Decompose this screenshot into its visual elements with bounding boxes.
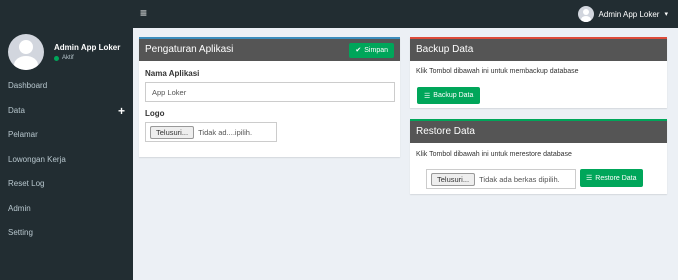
sidebar: Admin App Loker Aktif Dashboard Data + Pe…	[0, 0, 133, 280]
sidebar-item-label: Setting	[8, 228, 33, 237]
sidebar-item-label: Pelamar	[8, 130, 38, 139]
sidebar-item-label: Data	[8, 105, 25, 115]
sidebar-menu: Dashboard Data + Pelamar Lowongan Kerja R…	[0, 74, 133, 246]
backup-panel-title: Backup Data	[416, 44, 474, 55]
user-avatar-icon	[577, 6, 594, 22]
settings-panel-title: Pengaturan Aplikasi	[145, 44, 234, 55]
user-menu[interactable]: Admin App Loker ▾	[577, 6, 668, 22]
backup-button-label: Backup Data	[433, 92, 474, 99]
sidebar-item-admin[interactable]: Admin	[0, 197, 133, 222]
user-status-label: Aktif	[62, 55, 74, 61]
file-status-text: Tidak ada berkas dipilih.	[479, 174, 560, 184]
save-button[interactable]: ✔ Simpan	[349, 43, 394, 58]
user-panel: Admin App Loker Aktif	[8, 34, 120, 70]
logo-file-input[interactable]: Telusuri... Tidak ad....ipilih.	[145, 122, 277, 142]
plus-icon: +	[117, 103, 125, 118]
user-avatar-icon	[8, 34, 44, 70]
restore-panel-title: Restore Data	[416, 126, 475, 137]
sidebar-item-dashboard[interactable]: Dashboard	[0, 74, 133, 99]
backup-panel-header: Backup Data	[410, 39, 667, 61]
logo-label: Logo	[145, 109, 165, 118]
online-status-icon	[54, 55, 59, 61]
browse-button[interactable]: Telusuri...	[431, 172, 476, 186]
file-status-text: Tidak ad....ipilih.	[198, 127, 253, 137]
user-status: Aktif	[54, 55, 120, 61]
check-icon: ✔	[355, 46, 362, 54]
backup-description: Klik Tombol dibawah ini untuk membackup …	[416, 68, 579, 75]
sidebar-item-label: Reset Log	[8, 179, 45, 188]
sidebar-item-setting[interactable]: Setting	[0, 221, 133, 246]
browse-button[interactable]: Telusuri...	[150, 125, 195, 139]
restore-button-label: Restore Data	[595, 174, 637, 182]
sidebar-item-data[interactable]: Data +	[0, 99, 133, 124]
sidebar-item-label: Dashboard	[8, 81, 48, 90]
sidebar-item-pelamar[interactable]: Pelamar	[0, 123, 133, 148]
app-name-input[interactable]	[145, 82, 395, 102]
restore-description: Klik Tombol dibawah ini untuk merestore …	[416, 151, 572, 158]
app-name-label: Nama Aplikasi	[145, 69, 200, 78]
restore-data-button[interactable]: ☰ Restore Data	[580, 169, 643, 187]
database-icon: ☰	[424, 92, 431, 100]
backup-panel: Backup Data Klik Tombol dibawah ini untu…	[410, 37, 667, 108]
sidebar-user-name: Admin App Loker	[54, 43, 121, 52]
save-button-label: Simpan	[364, 46, 388, 54]
settings-panel-header: Pengaturan Aplikasi ✔ Simpan	[139, 39, 400, 61]
database-icon: ☰	[586, 175, 593, 182]
backup-data-button[interactable]: ☰ Backup Data	[417, 87, 481, 104]
restore-panel-header: Restore Data	[410, 121, 667, 143]
sidebar-item-reset-log[interactable]: Reset Log	[0, 172, 133, 197]
sidebar-item-lowongan-kerja[interactable]: Lowongan Kerja	[0, 148, 133, 173]
menu-toggle-icon[interactable]: ≡	[140, 6, 147, 20]
user-menu-name: Admin App Loker	[598, 9, 660, 19]
settings-panel: Pengaturan Aplikasi ✔ Simpan Nama Aplika…	[139, 37, 400, 157]
restore-file-input[interactable]: Telusuri... Tidak ada berkas dipilih.	[426, 169, 576, 189]
sidebar-item-label: Lowongan Kerja	[8, 154, 66, 164]
caret-down-icon: ▾	[664, 11, 668, 18]
restore-panel: Restore Data Klik Tombol dibawah ini unt…	[410, 119, 667, 194]
sidebar-item-label: Admin	[8, 203, 31, 213]
